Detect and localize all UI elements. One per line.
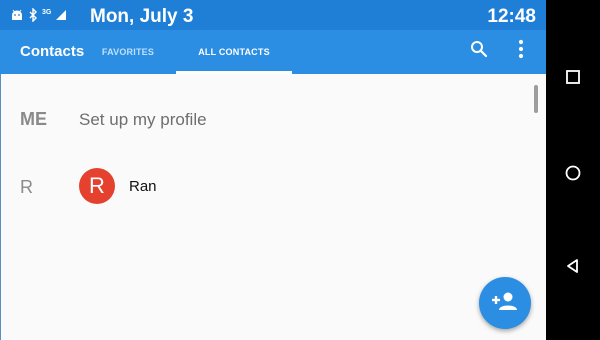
- set-up-profile-text: Set up my profile: [79, 110, 207, 129]
- navigation-bar: [546, 0, 600, 340]
- contact-row[interactable]: R R Ran: [0, 164, 520, 210]
- contact-name: Ran: [129, 178, 157, 195]
- status-time: 12:48: [487, 6, 536, 27]
- bluetooth-icon: [28, 8, 38, 22]
- app-title: Contacts: [20, 43, 85, 60]
- section-header-me: ME: [20, 109, 47, 129]
- back-button[interactable]: [558, 253, 588, 283]
- status-icons: 3G: [10, 7, 67, 23]
- android-icon: [10, 8, 24, 22]
- back-icon: [565, 258, 581, 279]
- my-profile-row[interactable]: ME Set up my profile: [0, 96, 520, 142]
- tab-favorites[interactable]: FAVORITES: [95, 30, 161, 74]
- scrollbar-thumb[interactable]: [534, 85, 538, 113]
- tab-all-contacts[interactable]: ALL CONTACTS: [176, 30, 292, 74]
- home-icon: [564, 164, 582, 187]
- screen-edge-divider: [0, 74, 1, 340]
- more-vert-icon: [518, 39, 524, 64]
- app-header: 3G Mon, July 3 12:48 Contacts FAVORITES …: [0, 0, 546, 74]
- add-contact-icon: [492, 291, 518, 316]
- status-bar: 3G Mon, July 3 12:48: [0, 0, 546, 30]
- avatar: R: [79, 168, 115, 204]
- status-date: Mon, July 3: [90, 6, 194, 27]
- home-button[interactable]: [558, 160, 588, 190]
- search-icon: [470, 40, 488, 63]
- add-contact-button[interactable]: [479, 277, 531, 329]
- recents-icon: [565, 69, 581, 90]
- section-header-r: R: [20, 177, 33, 197]
- more-options-button[interactable]: [508, 38, 534, 64]
- recents-button[interactable]: [558, 64, 588, 94]
- search-button[interactable]: [466, 38, 492, 64]
- network-type-label: 3G: [42, 8, 52, 16]
- signal-icon: [55, 9, 67, 21]
- contacts-screen: 3G Mon, July 3 12:48 Contacts FAVORITES …: [0, 0, 546, 340]
- contacts-list: ME Set up my profile R R Ran: [0, 74, 546, 340]
